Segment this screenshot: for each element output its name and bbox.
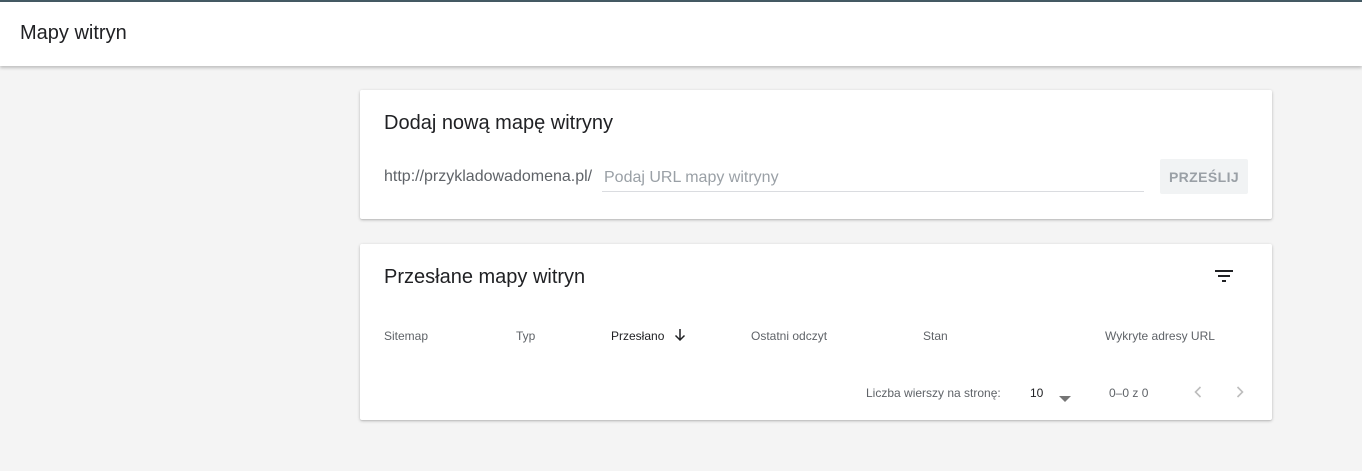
rows-per-page-select[interactable]: 10	[1030, 380, 1078, 406]
rows-per-page-label: Liczba wierszy na stronę:	[866, 386, 1001, 400]
page-title: Mapy witryn	[20, 22, 127, 44]
dropdown-arrow-icon	[1058, 390, 1072, 402]
add-sitemap-card: Dodaj nową mapę witryny http://przyklado…	[360, 90, 1272, 219]
submit-button[interactable]: PRZEŚLIJ	[1160, 159, 1248, 194]
column-header-last-read[interactable]: Ostatni odczyt	[751, 329, 827, 343]
column-header-submitted[interactable]: Przesłano	[611, 329, 664, 343]
add-sitemap-title: Dodaj nową mapę witryny	[384, 112, 613, 134]
submitted-sitemaps-title: Przesłane mapy witryn	[384, 266, 586, 288]
column-header-sitemap[interactable]: Sitemap	[384, 329, 428, 343]
filter-list-icon[interactable]	[1212, 264, 1236, 288]
rows-per-page-value: 10	[1030, 386, 1044, 400]
app-header: Mapy witryn	[0, 2, 1362, 66]
chevron-left-icon[interactable]	[1186, 380, 1210, 404]
chevron-right-icon[interactable]	[1228, 380, 1252, 404]
arrow-down-icon[interactable]	[674, 328, 686, 342]
pagination-range: 0–0 z 0	[1109, 386, 1149, 400]
column-header-discovered-urls[interactable]: Wykryte adresy URL	[1105, 329, 1215, 343]
submitted-sitemaps-card: Przesłane mapy witryn Sitemap Typ Przesł…	[360, 244, 1272, 420]
domain-prefix: http://przykladowadomena.pl/	[384, 168, 593, 185]
sitemap-url-input[interactable]	[602, 164, 1144, 192]
column-header-status[interactable]: Stan	[923, 329, 948, 343]
column-header-type[interactable]: Typ	[516, 329, 535, 343]
